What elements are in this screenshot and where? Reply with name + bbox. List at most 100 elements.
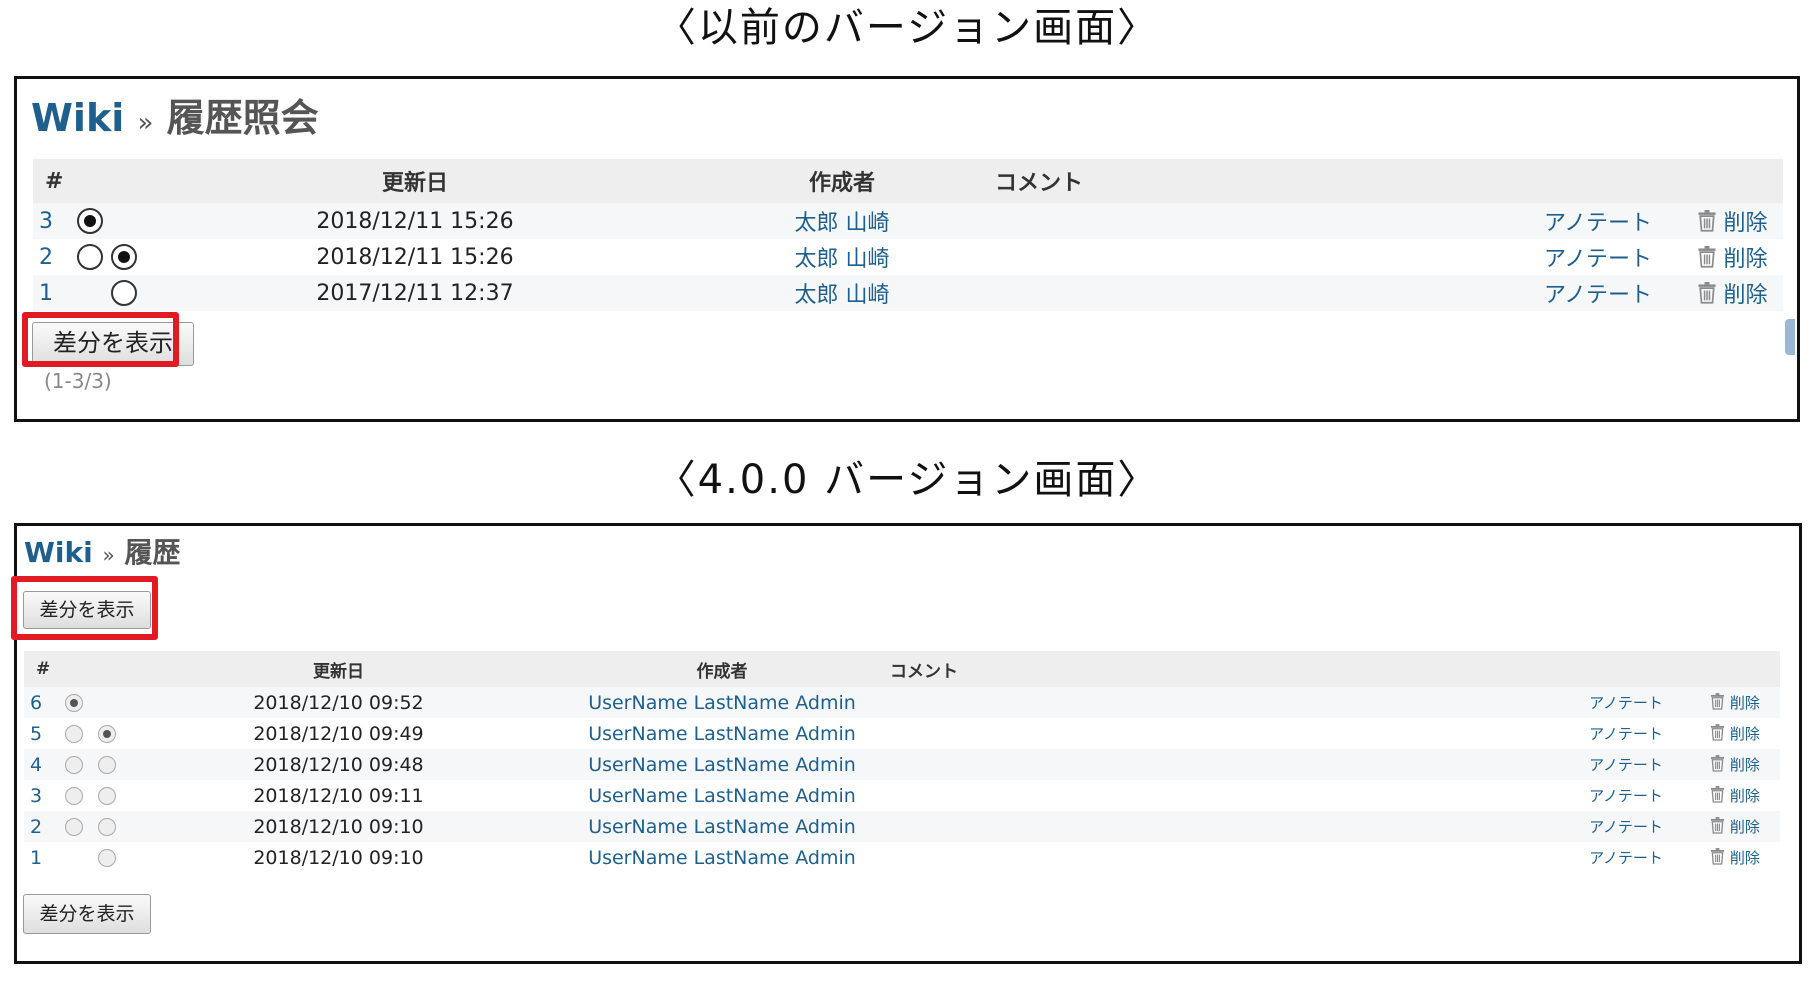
delete-link[interactable]: 削除 (1730, 849, 1760, 867)
author-link[interactable]: 太郎 山崎 (689, 239, 995, 275)
author-link[interactable]: UserName LastName Admin (554, 780, 890, 811)
delete-link[interactable]: 削除 (1730, 694, 1760, 712)
page-title: 履歴照会 (166, 96, 319, 140)
version-link[interactable]: 3 (39, 209, 53, 234)
delete-cell[interactable]: 削除 (1681, 239, 1783, 275)
diff-to-radio[interactable] (111, 280, 137, 306)
diff-to-radio[interactable] (97, 725, 116, 743)
comment-cell (995, 239, 1515, 275)
version-link[interactable]: 3 (30, 785, 42, 807)
old-version-title: 〈以前のバージョン画面〉 (655, 5, 1160, 51)
trash-icon[interactable] (1710, 692, 1725, 714)
delete-link[interactable]: 削除 (1724, 247, 1768, 272)
show-diff-button-bottom[interactable]: 差分を表示 (23, 894, 151, 934)
delete-cell[interactable]: 削除 (1690, 749, 1780, 780)
history-table: # 更新日 作成者 コメント 3 2018/12/11 15:26 太郎 山崎 アノテ… (33, 159, 1784, 311)
version-link[interactable]: 4 (30, 754, 42, 776)
author-link[interactable]: UserName LastName Admin (554, 811, 890, 842)
table-row: 1 2018/12/10 09:10 UserName LastName Admin… (24, 842, 1780, 873)
diff-to-radio[interactable] (97, 849, 116, 867)
author-link[interactable]: UserName LastName Admin (554, 842, 890, 873)
table-row: 3 2018/12/10 09:11 UserName LastName Admin… (24, 780, 1780, 811)
updated-date: 2018/12/11 15:26 (316, 244, 514, 270)
diff-to-radio[interactable] (111, 244, 137, 270)
version-link[interactable]: 1 (39, 281, 53, 306)
diff-from-radio[interactable] (64, 756, 83, 774)
version-link[interactable]: 2 (39, 245, 53, 270)
version-link[interactable]: 1 (30, 847, 42, 869)
annotate-link[interactable]: アノテート (1562, 687, 1690, 718)
table-row: 2 2018/12/10 09:10 UserName LastName Admin… (24, 811, 1780, 842)
diff-to-radio[interactable] (97, 818, 116, 836)
delete-cell[interactable]: 削除 (1681, 275, 1783, 311)
delete-link[interactable]: 削除 (1730, 756, 1760, 774)
annotate-link[interactable]: アノテート (1562, 718, 1690, 749)
comment-cell (890, 842, 1562, 873)
delete-link[interactable]: 削除 (1730, 725, 1760, 743)
breadcrumb-wiki-link[interactable]: Wiki (24, 536, 93, 569)
annotate-link[interactable]: アノテート (1562, 811, 1690, 842)
trash-icon[interactable] (1710, 785, 1725, 807)
version-link[interactable]: 6 (30, 692, 42, 714)
delete-link[interactable]: 削除 (1724, 283, 1768, 308)
author-link[interactable]: UserName LastName Admin (554, 718, 890, 749)
trash-icon[interactable] (1710, 847, 1725, 869)
diff-to-radio[interactable] (97, 756, 116, 774)
trash-icon[interactable] (1710, 723, 1725, 745)
delete-cell[interactable]: 削除 (1690, 842, 1780, 873)
version-link[interactable]: 2 (30, 816, 42, 838)
trash-icon[interactable] (1697, 281, 1717, 310)
updated-date: 2018/12/10 09:10 (253, 815, 424, 838)
delete-link[interactable]: 削除 (1730, 818, 1760, 836)
annotate-link[interactable]: アノテート (1515, 275, 1681, 311)
delete-link[interactable]: 削除 (1724, 211, 1768, 236)
delete-cell[interactable]: 削除 (1690, 811, 1780, 842)
annotate-link[interactable]: アノテート (1515, 203, 1681, 239)
diff-to-radio[interactable] (97, 787, 116, 805)
updated-date: 2018/12/10 09:11 (253, 784, 424, 807)
diff-from-radio[interactable] (64, 725, 83, 743)
delete-cell[interactable]: 削除 (1690, 718, 1780, 749)
updated-date: 2018/12/10 09:52 (253, 691, 424, 714)
author-link[interactable]: UserName LastName Admin (554, 749, 890, 780)
delete-link[interactable]: 削除 (1730, 787, 1760, 805)
diff-from-radio[interactable] (77, 208, 103, 234)
breadcrumb-wiki-link[interactable]: Wiki (31, 96, 124, 140)
annotate-link[interactable]: アノテート (1515, 239, 1681, 275)
version-link[interactable]: 5 (30, 723, 42, 745)
annotate-link[interactable]: アノテート (1562, 749, 1690, 780)
diff-from-radio[interactable] (64, 818, 83, 836)
delete-cell[interactable]: 削除 (1681, 203, 1783, 239)
annotate-link[interactable]: アノテート (1562, 780, 1690, 811)
updated-date: 2018/12/10 09:48 (253, 753, 424, 776)
delete-cell[interactable]: 削除 (1690, 687, 1780, 718)
trash-icon[interactable] (1697, 245, 1717, 274)
trash-icon[interactable] (1710, 816, 1725, 838)
updated-date: 2018/12/10 09:49 (253, 722, 424, 745)
col-header-author: 作成者 (696, 661, 748, 682)
col-header-updated: 更新日 (381, 171, 448, 196)
diff-from-radio[interactable] (77, 244, 103, 270)
pagination-info: (1-3/3) (44, 369, 112, 393)
trash-icon[interactable] (1697, 209, 1717, 238)
author-link[interactable]: UserName LastName Admin (554, 687, 890, 718)
col-header-author: 作成者 (809, 171, 876, 196)
author-link[interactable]: 太郎 山崎 (689, 275, 995, 311)
comment-cell (890, 780, 1562, 811)
highlight-box (11, 576, 158, 640)
comment-cell (890, 718, 1562, 749)
scroll-arrow-icon[interactable] (1785, 319, 1795, 355)
delete-cell[interactable]: 削除 (1690, 780, 1780, 811)
new-version-panel: Wiki » 履歴 差分を表示 # 更新日 作成者 コメント 6 2018/12/… (11, 523, 1802, 964)
table-row: 4 2018/12/10 09:48 UserName LastName Admin… (24, 749, 1780, 780)
annotate-link[interactable]: アノテート (1562, 842, 1690, 873)
history-table: # 更新日 作成者 コメント 6 2018/12/10 09:52 UserName… (24, 651, 1780, 873)
diff-from-radio[interactable] (64, 694, 83, 712)
author-link[interactable]: 太郎 山崎 (689, 203, 995, 239)
diff-from-radio[interactable] (64, 787, 83, 805)
updated-date: 2018/12/10 09:10 (253, 846, 424, 869)
old-version-panel: Wiki » 履歴照会 # 更新日 作成者 コメント 3 2018/12/11 1… (14, 76, 1800, 422)
highlight-box (22, 312, 179, 367)
new-version-title: 〈4.0.0 バージョン画面〉 (655, 457, 1160, 503)
trash-icon[interactable] (1710, 754, 1725, 776)
